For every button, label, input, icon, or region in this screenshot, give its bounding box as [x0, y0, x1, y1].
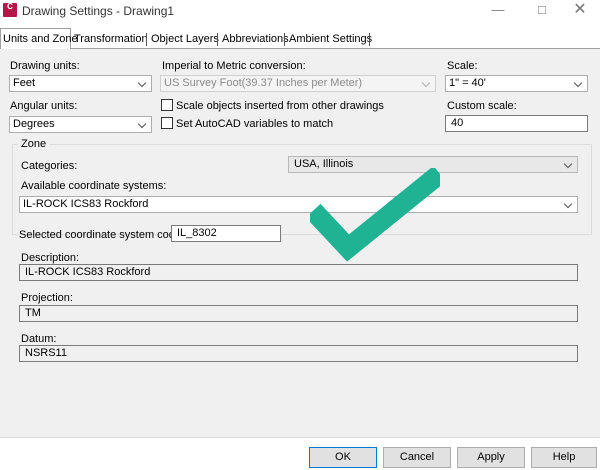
description-label: Description:	[21, 252, 80, 264]
tab-object-layers[interactable]: Object Layers	[149, 30, 221, 48]
tab-separator	[284, 33, 285, 46]
categories-label: Categories:	[21, 160, 78, 172]
tab-separator	[217, 33, 218, 46]
scale-value: 1" = 40'	[449, 77, 486, 89]
datum-label: Datum:	[21, 333, 57, 345]
projection-field: TM	[19, 305, 578, 322]
chevron-down-icon	[573, 78, 583, 88]
scale-objects-label: Scale objects inserted from other drawin…	[176, 100, 384, 112]
minimize-button[interactable]: —	[478, 0, 518, 22]
chevron-down-icon	[563, 199, 573, 209]
drawing-units-value: Feet	[13, 77, 36, 89]
available-coordinate-systems-label: Available coordinate systems:	[21, 180, 167, 192]
tab-abbreviations[interactable]: Abbreviations	[220, 30, 291, 48]
custom-scale-label: Custom scale:	[447, 100, 517, 112]
datum-field: NSRS11	[19, 345, 578, 362]
help-button[interactable]: Help	[531, 447, 597, 468]
tab-separator	[369, 33, 370, 46]
apply-button[interactable]: Apply	[457, 447, 525, 468]
window-title: Drawing Settings - Drawing1	[22, 4, 175, 18]
custom-scale-input[interactable]: 40	[445, 115, 588, 132]
projection-label: Projection:	[21, 292, 73, 304]
zone-legend: Zone	[18, 138, 50, 150]
imperial-conversion-value: US Survey Foot(39.37 Inches per Meter)	[164, 77, 363, 89]
ok-button[interactable]: OK	[309, 447, 377, 468]
cancel-button[interactable]: Cancel	[383, 447, 451, 468]
tab-ambient-settings[interactable]: Ambient Settings	[287, 30, 374, 48]
set-autocad-variables-label: Set AutoCAD variables to match	[176, 118, 334, 130]
tab-units-and-zone[interactable]: Units and Zone	[0, 28, 78, 49]
available-coordinate-systems-select[interactable]: IL-ROCK ICS83 Rockford	[19, 196, 578, 213]
imperial-conversion-label: Imperial to Metric conversion:	[162, 60, 306, 72]
tab-transformation[interactable]: Transformation	[72, 30, 150, 48]
angular-units-label: Angular units:	[10, 100, 78, 112]
drawing-units-select[interactable]: Feet	[9, 75, 152, 92]
angular-units-select[interactable]: Degrees	[9, 116, 152, 133]
scale-objects-checkbox[interactable]	[161, 99, 173, 111]
drawing-units-label: Drawing units:	[10, 60, 80, 72]
chevron-down-icon	[137, 78, 147, 88]
maximize-button[interactable]: □	[522, 0, 562, 22]
chevron-down-icon	[563, 159, 573, 169]
chevron-down-icon	[137, 119, 147, 129]
imperial-conversion-select[interactable]: US Survey Foot(39.37 Inches per Meter)	[160, 75, 436, 92]
angular-units-value: Degrees	[13, 118, 55, 130]
footer-divider	[0, 437, 600, 438]
civil3d-app-icon: C	[3, 3, 17, 17]
selected-code-label: Selected coordinate system code:	[19, 229, 185, 241]
title-bar: C Drawing Settings - Drawing1 — □ ✕	[0, 0, 600, 22]
scale-select[interactable]: 1" = 40'	[445, 75, 588, 92]
checkmark-icon	[310, 168, 440, 262]
selected-code-input[interactable]: IL_8302	[171, 225, 281, 242]
close-button[interactable]: ✕	[560, 0, 600, 22]
set-autocad-variables-checkbox[interactable]	[161, 117, 173, 129]
available-coordinate-systems-value: IL-ROCK ICS83 Rockford	[23, 198, 149, 210]
description-field: IL-ROCK ICS83 Rockford	[19, 264, 578, 281]
chevron-down-icon	[421, 78, 431, 88]
tab-separator	[146, 33, 147, 46]
scale-label: Scale:	[447, 60, 478, 72]
